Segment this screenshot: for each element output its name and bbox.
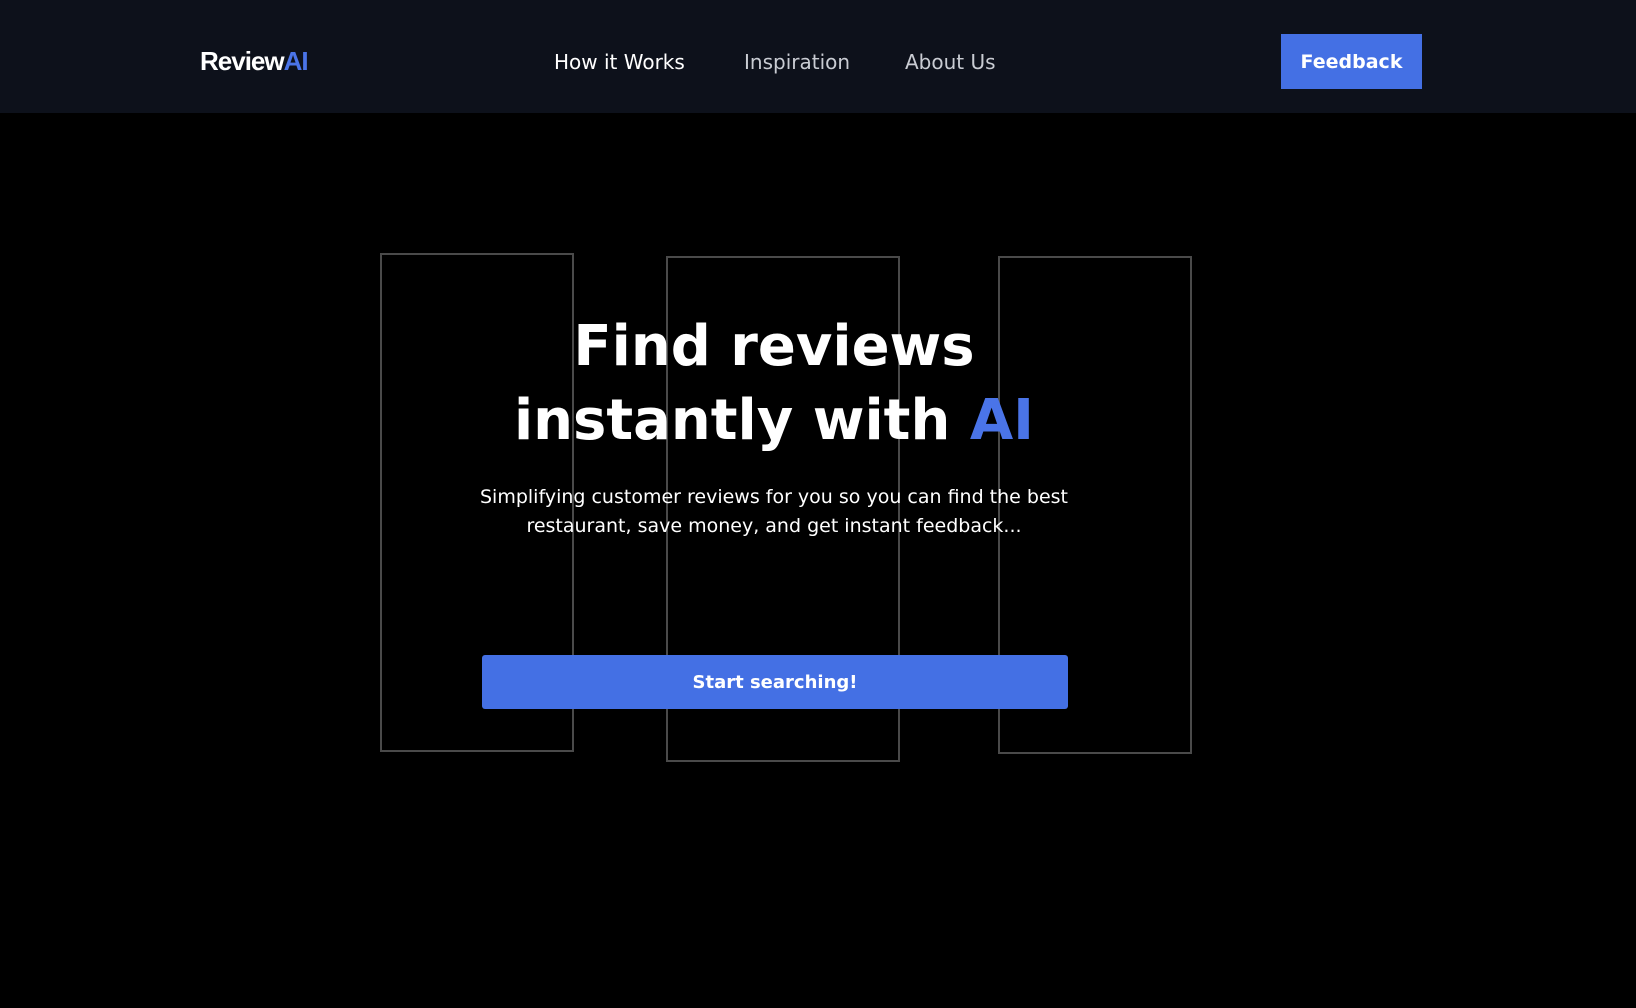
hero-title-accent: AI	[969, 388, 1035, 453]
logo[interactable]: ReviewAI	[200, 44, 309, 78]
start-searching-button[interactable]: Start searching!	[482, 655, 1068, 709]
logo-accent-text: AI	[283, 46, 309, 76]
nav-link-inspiration[interactable]: Inspiration	[744, 48, 850, 76]
hero-subtitle: Simplifying customer reviews for you so …	[480, 486, 1068, 537]
feedback-button[interactable]: Feedback	[1281, 34, 1422, 89]
logo-main-text: Review	[200, 46, 285, 76]
hero-title-line2: instantly with	[513, 388, 970, 453]
nav-link-how-it-works[interactable]: How it Works	[554, 48, 685, 76]
nav-link-about-us[interactable]: About Us	[905, 48, 996, 76]
top-navbar: ReviewAI How it Works Inspiration About …	[0, 0, 1636, 113]
hero-title: Find reviews instantly with AI	[0, 310, 1548, 458]
hero-title-line1: Find reviews	[573, 314, 975, 379]
